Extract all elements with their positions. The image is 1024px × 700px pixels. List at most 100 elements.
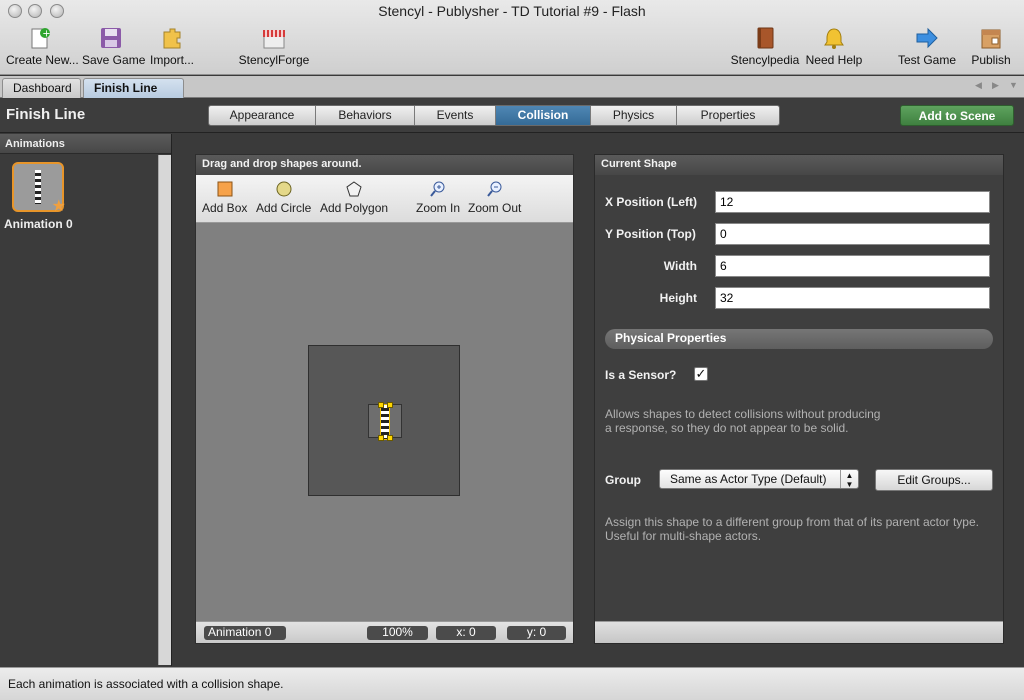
status-bar: Each animation is associated with a coll… xyxy=(0,667,1024,700)
editor-heading: Drag and drop shapes around. xyxy=(196,155,573,175)
shape-canvas[interactable] xyxy=(196,224,573,621)
zoom-out-label: Zoom Out xyxy=(468,201,522,215)
resize-handle[interactable] xyxy=(378,435,384,441)
add-box-label: Add Box xyxy=(202,201,248,215)
need-help-button[interactable]: Need Help xyxy=(805,26,863,72)
animations-panel: Animations ★ Animation 0 xyxy=(0,134,172,666)
tab-dashboard[interactable]: Dashboard xyxy=(2,78,81,98)
shape-toolbar: Add Box Add Circle Add Polygon Zoom In Z… xyxy=(196,175,573,223)
import-button[interactable]: Import... xyxy=(147,26,197,72)
test-game-label: Test Game xyxy=(897,53,957,67)
document-tabs: Dashboard Finish Line × ◀ ▶ ▼ xyxy=(0,76,1024,114)
add-polygon-label: Add Polygon xyxy=(320,201,389,215)
x-position-field[interactable] xyxy=(715,191,990,213)
width-field[interactable] xyxy=(715,255,990,277)
book-icon xyxy=(753,26,777,50)
new-document-icon: + xyxy=(28,26,52,50)
create-new-label: Create New... xyxy=(6,53,79,67)
animations-scrollbar[interactable] xyxy=(158,155,171,665)
x-coordinate: x: 0 xyxy=(436,626,496,640)
sensor-label: Is a Sensor? xyxy=(605,368,677,382)
window-title: Stencyl - Publysher - TD Tutorial #9 - F… xyxy=(378,3,646,19)
zoom-level: 100% xyxy=(367,626,428,640)
page-title: Finish Line xyxy=(6,106,86,123)
arrow-right-icon xyxy=(915,26,939,50)
tab-events[interactable]: Events xyxy=(415,106,496,125)
status-text: Each animation is associated with a coll… xyxy=(8,677,284,691)
store-icon xyxy=(262,26,286,50)
box-icon xyxy=(217,181,233,197)
edit-groups-button[interactable]: Edit Groups... xyxy=(875,469,993,491)
title-toolbar: Stencyl - Publysher - TD Tutorial #9 - F… xyxy=(0,0,1024,75)
add-to-scene-button[interactable]: Add to Scene xyxy=(900,105,1014,126)
publish-label: Publish xyxy=(971,53,1011,67)
tab-scroll-left-icon[interactable]: ◀ xyxy=(975,80,982,91)
tab-physics[interactable]: Physics xyxy=(591,106,677,125)
tab-finish-line[interactable]: Finish Line × xyxy=(83,78,184,114)
actor-frame xyxy=(308,345,460,496)
group-help-text: Assign this shape to a different group f… xyxy=(605,515,1000,543)
zoom-in-label: Zoom In xyxy=(416,201,461,215)
y-position-label: Y Position (Top) xyxy=(605,227,696,241)
animation-indicator: Animation 0 xyxy=(204,626,286,640)
sensor-help-line: a response, so they do not appear to be … xyxy=(605,421,849,435)
sensor-help-line: Allows shapes to detect collisions witho… xyxy=(605,407,881,421)
need-help-label: Need Help xyxy=(805,53,863,67)
tab-appearance[interactable]: Appearance xyxy=(209,106,316,125)
tab-dashboard-label: Dashboard xyxy=(13,81,72,95)
zoom-in-button[interactable]: Zoom In xyxy=(416,181,460,215)
stencylforge-button[interactable]: StencylForge xyxy=(238,26,310,72)
save-game-label: Save Game xyxy=(82,53,146,67)
resize-handle[interactable] xyxy=(387,435,393,441)
publish-button[interactable]: Publish xyxy=(968,26,1014,72)
create-new-button[interactable]: + Create New... xyxy=(6,26,79,72)
add-circle-label: Add Circle xyxy=(256,201,312,215)
add-circle-button[interactable]: Add Circle xyxy=(256,181,311,215)
zoom-in-icon xyxy=(430,181,446,197)
width-label: Width xyxy=(663,259,697,273)
add-polygon-button[interactable]: Add Polygon xyxy=(320,181,388,215)
stencylpedia-label: Stencylpedia xyxy=(730,53,800,67)
zoom-out-icon xyxy=(486,181,503,197)
animation-label: Animation 0 xyxy=(4,217,73,231)
stencylpedia-button[interactable]: Stencylpedia xyxy=(730,26,800,72)
resize-handle[interactable] xyxy=(387,402,393,408)
polygon-icon xyxy=(346,181,362,197)
tab-properties[interactable]: Properties xyxy=(677,106,779,125)
import-puzzle-icon xyxy=(160,26,184,50)
animations-heading: Animations xyxy=(0,134,171,154)
collision-editor: Drag and drop shapes around. Add Box Add… xyxy=(195,154,574,644)
group-help-line: Useful for multi-shape actors. xyxy=(605,529,762,543)
svg-text:+: + xyxy=(42,29,50,40)
tab-scroll-right-icon[interactable]: ▶ xyxy=(992,80,999,91)
save-game-button[interactable]: Save Game xyxy=(82,26,145,72)
group-select[interactable]: Same as Actor Type (Default) ▲ ▼ xyxy=(659,469,859,489)
animation-thumbnail[interactable]: ★ xyxy=(12,162,66,215)
y-position-field[interactable] xyxy=(715,223,990,245)
zoom-out-button[interactable]: Zoom Out xyxy=(468,181,521,215)
tab-collision[interactable]: Collision xyxy=(496,106,591,125)
star-icon: ★ xyxy=(51,198,66,215)
stencylforge-label: StencylForge xyxy=(238,53,310,67)
tab-behaviors[interactable]: Behaviors xyxy=(316,106,415,125)
y-coordinate: y: 0 xyxy=(507,626,566,640)
current-shape-heading: Current Shape xyxy=(595,155,1003,175)
test-game-button[interactable]: Test Game xyxy=(896,26,958,72)
sensor-help-text: Allows shapes to detect collisions witho… xyxy=(605,407,1000,435)
tab-finish-line-label: Finish Line xyxy=(94,81,158,95)
group-select-value: Same as Actor Type (Default) xyxy=(670,472,827,486)
save-disk-icon xyxy=(99,26,123,50)
x-position-label: X Position (Left) xyxy=(605,195,697,209)
height-field[interactable] xyxy=(715,287,990,309)
import-label: Import... xyxy=(149,53,194,67)
shape-panel-footer xyxy=(595,621,1003,643)
tab-list-icon[interactable]: ▼ xyxy=(1009,80,1018,90)
physical-properties-heading: Physical Properties xyxy=(605,329,993,349)
editor-mode-tabs: Appearance Behaviors Events Collision Ph… xyxy=(208,105,780,126)
finish-line-sprite xyxy=(35,170,41,204)
add-box-button[interactable]: Add Box xyxy=(202,181,247,215)
package-icon xyxy=(979,26,1003,50)
sensor-checkbox[interactable]: ✓ xyxy=(694,367,708,381)
resize-handle[interactable] xyxy=(378,402,384,408)
select-arrows-icon: ▲ ▼ xyxy=(840,470,858,489)
